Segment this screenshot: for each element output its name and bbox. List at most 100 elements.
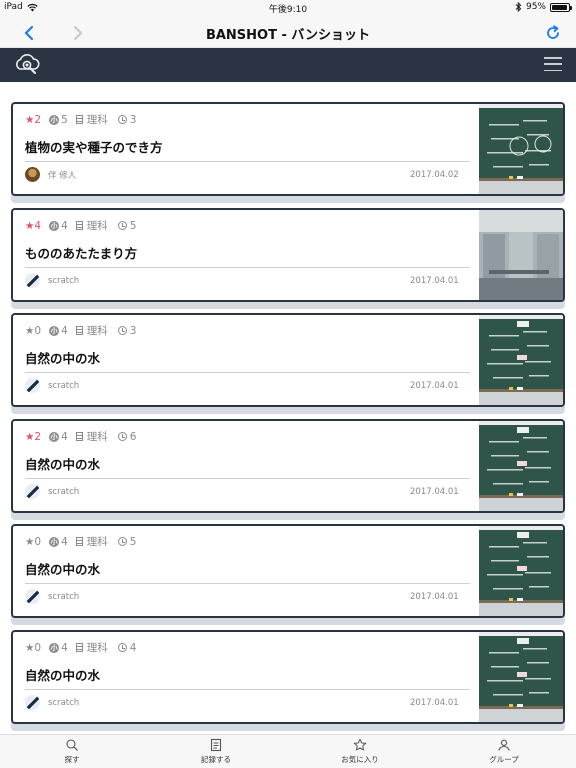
post-meta: ★4 小 4 理科 5 (25, 218, 136, 233)
post-date: 2017.04.01 (410, 487, 459, 497)
post-title[interactable]: 植物の実や種子のでき方 (25, 137, 163, 156)
subject-label: 理科 (86, 431, 108, 443)
battery-percent: 95% (525, 2, 546, 12)
browser-nav-bar: BANSHOT - バンショット (0, 16, 576, 48)
favorite-count: ★2 (25, 430, 42, 443)
status-bar: iPad 午後9:10 95% (0, 0, 576, 16)
grade-badge: 小4 (49, 220, 68, 232)
post-author[interactable]: scratch (25, 378, 79, 393)
tab-record[interactable]: 記録する (144, 735, 288, 768)
blackboard-thumbnail[interactable] (479, 632, 563, 722)
post-card-body[interactable]: ★0 小 4 理科 4 自然の中の水 scratch 2017.04.01 (11, 630, 565, 724)
blackboard-thumbnail[interactable] (479, 315, 563, 405)
post-date: 2017.04.01 (410, 592, 459, 602)
post-title[interactable]: 自然の中の水 (25, 348, 100, 367)
grade-badge: 小4 (49, 431, 68, 443)
tab-favorites[interactable]: お気に入り (288, 735, 432, 768)
grade-value: 4 (61, 535, 68, 548)
view-count: 3 (117, 114, 136, 126)
view-count-value: 6 (129, 430, 137, 443)
clock-icon (117, 326, 127, 335)
blackboard-thumbnail[interactable] (479, 421, 563, 511)
reload-icon[interactable] (542, 22, 564, 44)
clock-icon (117, 432, 127, 441)
post-author[interactable]: scratch (25, 484, 79, 499)
divider (25, 161, 470, 162)
tab-group[interactable]: グループ (432, 735, 576, 768)
post-author[interactable]: scratch (25, 589, 79, 604)
divider (25, 583, 470, 584)
post-date: 2017.04.02 (410, 170, 459, 180)
battery-icon (550, 2, 572, 12)
author-name: scratch (48, 486, 80, 497)
view-count: 5 (117, 535, 137, 548)
grade-icon: 小 (49, 220, 60, 231)
grade-icon: 小 (49, 642, 60, 653)
post-card-body[interactable]: ★2 小 4 理科 6 自然の中の水 scratch 2017.04.01 (11, 419, 565, 513)
subject-tag: 理科 (75, 640, 108, 655)
post-card[interactable]: ★0 小 4 理科 3 自然の中の水 scratch 2017.04.01 (11, 313, 565, 414)
avatar (25, 484, 40, 499)
grade-value: 4 (61, 641, 68, 654)
grade-icon: 小 (49, 431, 60, 442)
avatar (25, 589, 40, 604)
tab-label-group: グループ (489, 755, 519, 764)
subject-label: 理科 (86, 536, 108, 548)
bluetooth-icon (515, 2, 522, 12)
post-card-body[interactable]: ★0 小 4 理科 3 自然の中の水 scratch 2017.04.01 (11, 313, 565, 407)
post-card[interactable]: ★0 小 4 理科 4 自然の中の水 scratch 2017.04.01 (11, 630, 565, 731)
post-list: ★2 小 5 理科 3 植物の実や種子のでき方伴 修人 2017.04.02 ★4 小 4 理科 5 も… (0, 82, 576, 734)
group-icon (498, 739, 510, 751)
divider (25, 372, 470, 373)
author-name: scratch (48, 697, 80, 708)
author-name: scratch (48, 275, 80, 286)
author-name: 伴 修人 (48, 170, 77, 181)
grade-value: 4 (61, 324, 68, 337)
post-author[interactable]: scratch (25, 273, 79, 288)
search-icon (66, 739, 78, 751)
clock-icon (117, 221, 127, 230)
post-title[interactable]: 自然の中の水 (25, 454, 100, 473)
post-card[interactable]: ★4 小 4 理科 5 もののあたたまり方 scratch 2017.04.01 (11, 208, 565, 309)
favorite-count: ★0 (25, 641, 42, 654)
author-name: scratch (48, 380, 80, 391)
grade-icon: 小 (49, 325, 60, 336)
hamburger-menu-icon[interactable] (544, 57, 562, 71)
view-count: 4 (117, 642, 136, 654)
book-icon (75, 537, 83, 546)
subject-tag: 理科 (75, 429, 108, 444)
favorite-count: ★2 (25, 113, 42, 126)
post-card-body[interactable]: ★4 小 4 理科 5 もののあたたまり方 scratch 2017.04.01 (11, 208, 565, 302)
grade-value: 5 (61, 113, 68, 126)
view-count-value: 5 (129, 535, 137, 548)
blackboard-thumbnail[interactable] (479, 210, 563, 300)
subject-tag: 理科 (75, 323, 108, 338)
divider (25, 478, 470, 479)
blackboard-thumbnail[interactable] (479, 526, 563, 616)
post-card-body[interactable]: ★0 小 4 理科 5 自然の中の水 scratch 2017.04.01 (11, 524, 565, 618)
post-author[interactable]: scratch (25, 695, 79, 710)
post-card[interactable]: ★2 小 4 理科 6 自然の中の水 scratch 2017.04.01 (11, 419, 565, 520)
post-meta: ★0 小 4 理科 4 (25, 640, 136, 655)
grade-icon: 小 (49, 536, 60, 547)
tab-label-search: 探す (64, 755, 80, 764)
favorite-count: ★4 (25, 219, 42, 232)
page-title: BANSHOT - バンショット (205, 28, 371, 43)
star-icon (353, 738, 367, 751)
blackboard-thumbnail[interactable] (479, 104, 563, 194)
subject-label: 理科 (86, 642, 108, 654)
grade-badge: 小4 (49, 325, 68, 337)
cloud-eye-logo-icon[interactable] (14, 54, 40, 76)
subject-tag: 理科 (75, 534, 108, 549)
tab-search[interactable]: 探す (0, 735, 144, 768)
post-card[interactable]: ★0 小 4 理科 5 自然の中の水 scratch 2017.04.01 (11, 524, 565, 625)
post-title[interactable]: 自然の中の水 (25, 559, 100, 578)
tab-label-favorites: お気に入り (341, 755, 379, 764)
subject-tag: 理科 (75, 218, 108, 233)
post-title[interactable]: 自然の中の水 (25, 665, 100, 684)
post-card[interactable]: ★2 小 5 理科 3 植物の実や種子のでき方伴 修人 2017.04.02 (11, 102, 565, 203)
post-author[interactable]: 伴 修人 (25, 167, 76, 182)
record-icon (210, 738, 222, 752)
post-card-body[interactable]: ★2 小 5 理科 3 植物の実や種子のでき方伴 修人 2017.04.02 (11, 102, 565, 196)
post-title[interactable]: もののあたたまり方 (25, 243, 137, 262)
